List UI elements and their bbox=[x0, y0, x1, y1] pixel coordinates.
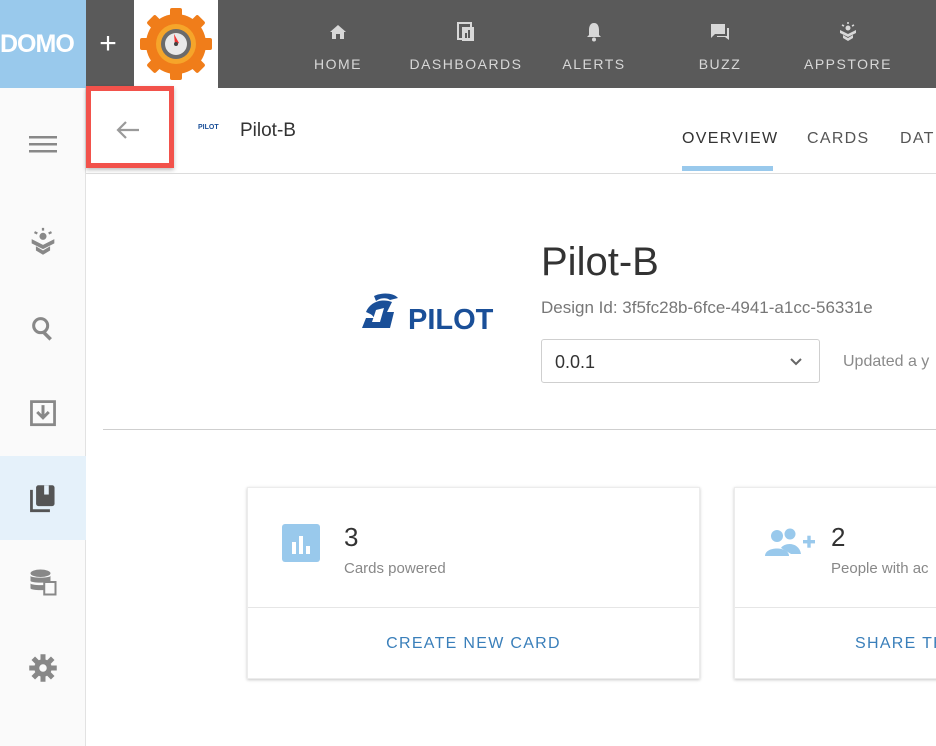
version-value: 0.0.1 bbox=[555, 352, 596, 372]
cards-powered-label: Cards powered bbox=[344, 560, 446, 577]
pilot-logo-text: PILOT bbox=[408, 304, 494, 336]
add-user-icon bbox=[765, 528, 815, 556]
left-rail bbox=[0, 88, 86, 746]
tab-data[interactable]: DAT bbox=[900, 130, 935, 148]
rail-menu[interactable] bbox=[0, 102, 86, 186]
appstore-icon bbox=[840, 22, 856, 41]
page-title: Pilot-B bbox=[240, 120, 296, 141]
appstore-icon bbox=[31, 227, 55, 255]
search-icon bbox=[32, 317, 52, 341]
database-icon bbox=[30, 569, 57, 596]
nav-label: ALERTS bbox=[562, 56, 626, 72]
people-access-card: 2 People with ac SHARE TH bbox=[734, 487, 936, 679]
tab-overview[interactable]: OVERVIEW bbox=[682, 130, 778, 148]
home-icon bbox=[330, 25, 346, 39]
rail-appstore[interactable] bbox=[0, 200, 86, 284]
cards-powered-count: 3 bbox=[344, 522, 359, 552]
app-gear-icon[interactable] bbox=[134, 0, 218, 88]
nav-appstore[interactable]: APPSTORE bbox=[798, 0, 898, 88]
hamburger-icon bbox=[29, 136, 57, 153]
dashboards-icon bbox=[457, 22, 474, 41]
rail-search[interactable] bbox=[0, 286, 86, 370]
people-count: 2 bbox=[831, 522, 846, 552]
header-pilot-logo: PILOT bbox=[198, 124, 219, 131]
nav-alerts[interactable]: ALERTS bbox=[556, 0, 632, 88]
design-title: Pilot-B bbox=[541, 240, 659, 284]
card-divider bbox=[735, 607, 936, 608]
people-label: People with ac bbox=[831, 560, 929, 577]
design-id: Design Id: 3f5fc28b-6fce-4941-a1cc-56331… bbox=[541, 298, 873, 317]
mini-logo-text: PILOT bbox=[198, 124, 219, 131]
section-divider bbox=[103, 429, 936, 430]
chat-icon bbox=[711, 24, 729, 40]
rail-import[interactable] bbox=[0, 370, 86, 454]
version-select[interactable]: 0.0.1 bbox=[541, 339, 820, 383]
rail-design-library[interactable] bbox=[0, 456, 86, 540]
chevron-down-icon bbox=[790, 358, 802, 366]
nav-label: DASHBOARDS bbox=[409, 56, 523, 72]
nav-dashboards[interactable]: DASHBOARDS bbox=[400, 0, 532, 88]
card-divider bbox=[248, 607, 699, 608]
nav-label: APPSTORE bbox=[804, 56, 892, 72]
nav-label: BUZZ bbox=[698, 56, 742, 72]
download-box-icon bbox=[30, 400, 56, 427]
add-button[interactable]: + bbox=[92, 28, 124, 60]
library-icon bbox=[30, 485, 55, 513]
back-button-highlight bbox=[86, 86, 174, 168]
cards-powered-card: 3 Cards powered CREATE NEW CARD bbox=[247, 487, 700, 679]
gear-icon bbox=[29, 654, 57, 682]
rail-settings[interactable] bbox=[0, 626, 86, 710]
nav-home[interactable]: HOME bbox=[300, 0, 376, 88]
domo-logo[interactable]: DOMO bbox=[0, 0, 86, 88]
header-divider bbox=[86, 173, 936, 174]
create-new-card-button[interactable]: CREATE NEW CARD bbox=[248, 635, 699, 653]
bar-chart-icon bbox=[282, 524, 320, 562]
pilot-logo: PILOT bbox=[360, 292, 510, 336]
share-button[interactable]: SHARE TH bbox=[855, 635, 936, 653]
rail-data[interactable] bbox=[0, 540, 86, 624]
updated-text: Updated a y bbox=[843, 353, 930, 370]
active-tab-indicator bbox=[682, 166, 773, 171]
bell-icon bbox=[587, 23, 601, 42]
nav-buzz[interactable]: BUZZ bbox=[684, 0, 756, 88]
tab-cards[interactable]: CARDS bbox=[807, 130, 870, 148]
nav-label: HOME bbox=[314, 56, 362, 72]
top-bar: DOMO + HOME DASHBOARDS ALERTS BUZZ APPST… bbox=[0, 0, 936, 88]
